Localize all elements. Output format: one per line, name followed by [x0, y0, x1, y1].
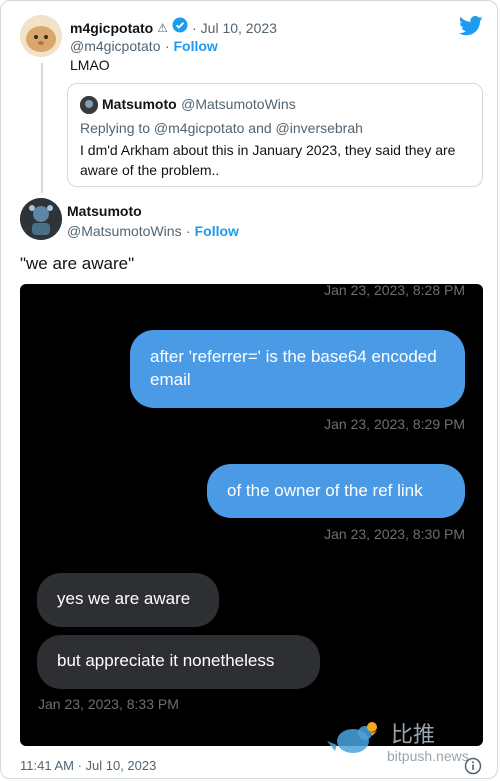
twitter-bird-icon[interactable]: [458, 16, 483, 41]
bitpush-logo: [323, 719, 393, 761]
quoted-author-avatar: [80, 96, 98, 114]
reply-author-avatar[interactable]: [20, 198, 62, 240]
footer-timestamp[interactable]: 11:41 AM · Jul 10, 2023: [20, 758, 156, 773]
thread-line: [41, 63, 43, 193]
chat-message-incoming-2: but appreciate it nonetheless: [37, 635, 320, 689]
info-icon[interactable]: [464, 757, 482, 780]
reply-author-handle[interactable]: @MatsumotoWins: [67, 223, 182, 239]
reply-text: "we are aware": [20, 254, 135, 273]
tweet-date[interactable]: Jul 10, 2023: [201, 20, 277, 36]
watermark-url: bitpush.news: [387, 748, 469, 764]
chat-timestamp-3: Jan 23, 2023, 8:33 PM: [38, 696, 179, 712]
chat-message-outgoing-1: after 'referrer=' is the base64 encoded …: [130, 330, 465, 408]
reply-author-name[interactable]: Matsumoto: [67, 203, 142, 219]
chat-timestamp-2: Jan 23, 2023, 8:30 PM: [324, 526, 465, 542]
author-name[interactable]: m4gicpotato: [70, 20, 153, 36]
chat-message-outgoing-2: of the owner of the ref link: [207, 464, 465, 518]
quoted-author-handle: @MatsumotoWins: [181, 96, 296, 112]
tweet-card: m4gicpotato ⚠ · Jul 10, 2023 @m4gicpotat…: [0, 0, 498, 779]
chat-timestamp-top: Jan 23, 2023, 8:28 PM: [324, 284, 465, 298]
quoted-tweet[interactable]: Matsumoto @MatsumotoWins Replying to @m4…: [67, 83, 483, 187]
chat-message-incoming-1: yes we are aware: [37, 573, 219, 627]
embedded-chat-image[interactable]: Jan 23, 2023, 8:28 PM after 'referrer=' …: [20, 284, 483, 746]
watermark-cn: 比推: [391, 722, 436, 747]
tweet-text: LMAO: [70, 57, 110, 73]
author-avatar[interactable]: [20, 15, 62, 57]
separator-dot: ·: [192, 19, 197, 36]
verified-badge-icon: [172, 17, 188, 38]
follow-button[interactable]: Follow: [174, 38, 218, 54]
quoted-text: I dm'd Arkham about this in January 2023…: [80, 142, 456, 178]
quoted-replying-to: Replying to @m4gicpotato and @inversebra…: [80, 120, 363, 136]
warning-icon: ⚠: [157, 20, 168, 35]
chat-timestamp-1: Jan 23, 2023, 8:29 PM: [324, 416, 465, 432]
quoted-author-name: Matsumoto: [102, 96, 177, 112]
reply-follow-button[interactable]: Follow: [195, 223, 239, 239]
author-handle[interactable]: @m4gicpotato: [70, 38, 160, 54]
